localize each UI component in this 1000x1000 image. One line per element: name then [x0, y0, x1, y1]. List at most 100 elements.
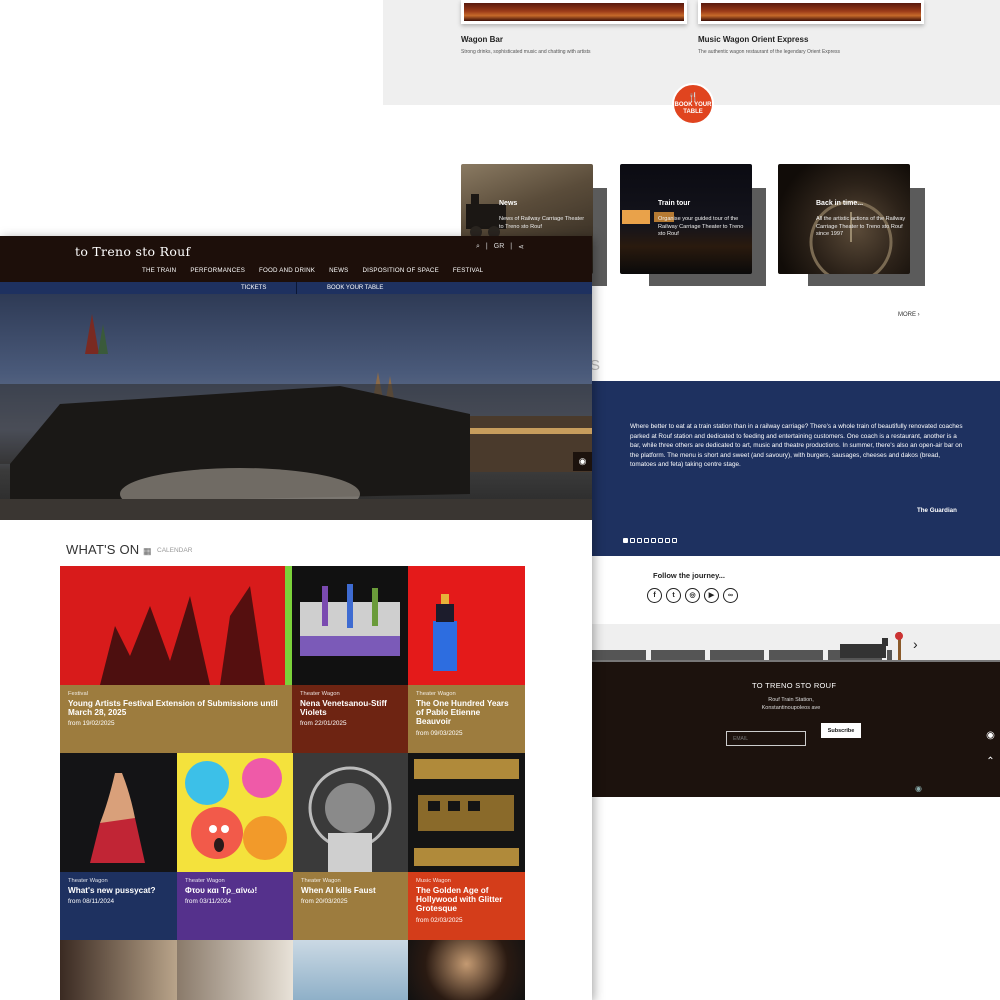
event-image-violets[interactable]: [292, 566, 408, 685]
address-line-1: Rouf Train Station,: [768, 697, 814, 703]
email-field[interactable]: [726, 731, 806, 746]
event-image[interactable]: [60, 940, 177, 1000]
eye-icon[interactable]: ◉: [573, 452, 592, 471]
steam-locomotive-photo: [0, 314, 592, 520]
follow-title: Follow the journey...: [653, 571, 725, 580]
header-tools: ⌕ | GR | ⋖: [476, 243, 524, 251]
eye-icon[interactable]: ◉: [981, 726, 1000, 745]
event-category: Music Wagon: [416, 878, 451, 884]
nav-item-festival[interactable]: FESTIVAL: [453, 267, 483, 274]
tripadvisor-icon[interactable]: ∞: [723, 588, 738, 603]
slider-dot[interactable]: [630, 538, 635, 543]
more-link[interactable]: MORE ›: [898, 312, 920, 318]
share-icon[interactable]: ⋖: [518, 243, 524, 251]
event-image-beauvoir[interactable]: [408, 566, 525, 685]
music-wagon-title[interactable]: Music Wagon Orient Express: [698, 35, 808, 44]
footer-address: Rouf Train Station, Konstantinoupoleos a…: [756, 696, 826, 713]
slider-dot[interactable]: [658, 538, 663, 543]
subscribe-button[interactable]: Subscribe: [821, 723, 861, 738]
divider: |: [485, 243, 488, 250]
book-table-button[interactable]: BOOK YOUR TABLE: [327, 285, 383, 291]
slider-dot[interactable]: [637, 538, 642, 543]
event-info[interactable]: Music Wagon The Golden Age of Hollywood …: [408, 872, 525, 940]
accessibility-icon[interactable]: ◉: [915, 784, 922, 793]
scroll-top-icon[interactable]: ⌃: [981, 752, 1000, 771]
back-in-time-card[interactable]: Back in time... All the artistic actions…: [778, 164, 910, 274]
event-title: What's new pussycat?: [68, 886, 156, 895]
music-wagon-photo[interactable]: [698, 0, 924, 24]
event-category: Theater Wagon: [68, 878, 108, 884]
language-switch[interactable]: GR: [494, 243, 505, 251]
event-image-faust[interactable]: [293, 753, 408, 872]
slider-dot[interactable]: [644, 538, 649, 543]
event-category: Theater Wagon: [300, 691, 340, 697]
event-info[interactable]: Theater Wagon The One Hundred Years of P…: [408, 685, 525, 753]
divider: |: [510, 243, 513, 250]
twitter-icon[interactable]: t: [666, 588, 681, 603]
slider-dot[interactable]: [672, 538, 677, 543]
chevron-right-icon[interactable]: ›: [913, 636, 918, 652]
utensils-icon: 🍴: [687, 91, 699, 102]
event-image-ftou[interactable]: [177, 753, 293, 872]
event-title: Young Artists Festival Extension of Subm…: [68, 699, 278, 718]
event-image-pussycat[interactable]: [60, 753, 177, 872]
event-date: from 09/03/2025: [416, 729, 463, 737]
calendar-link[interactable]: CALENDAR: [157, 547, 192, 554]
wagon-bar-title[interactable]: Wagon Bar: [461, 35, 503, 44]
slider-dot[interactable]: [623, 538, 628, 543]
event-info[interactable]: Theater Wagon Φτου και Τρ_αίνω! from 03/…: [177, 872, 293, 940]
youtube-icon[interactable]: ▶: [704, 588, 719, 603]
wagon-bar-photo[interactable]: [461, 0, 687, 24]
locomotive-icon: [840, 632, 903, 660]
train-tour-card[interactable]: Train tour Organise your guided tour of …: [620, 164, 752, 274]
slider-dots: [623, 538, 677, 543]
nav-item-food-and-drink[interactable]: FOOD AND DRINK: [259, 267, 315, 274]
event-info[interactable]: Theater Wagon Nena Venetsanou-Stiff Viol…: [292, 685, 408, 753]
nav-item-performances[interactable]: PERFORMANCES: [190, 267, 245, 274]
event-title: The Golden Age of Hollywood with Glitter…: [416, 886, 503, 914]
nav-item-disposition[interactable]: DISPOSITION OF SPACE: [362, 267, 438, 274]
calendar-icon[interactable]: ▦: [143, 546, 152, 557]
train-illustration: [592, 624, 1000, 662]
event-title: Φτου και Τρ_αίνω!: [185, 886, 258, 895]
nav-item-the-train[interactable]: THE TRAIN: [142, 267, 176, 274]
event-info[interactable]: Festival Young Artists Festival Extensio…: [60, 685, 292, 753]
main-nav: THE TRAIN PERFORMANCES FOOD AND DRINK NE…: [142, 267, 483, 274]
event-info[interactable]: Theater Wagon What's new pussycat? from …: [60, 872, 177, 940]
event-info[interactable]: Theater Wagon When AI kills Faust from 2…: [293, 872, 408, 940]
event-image[interactable]: [408, 940, 525, 1000]
event-image[interactable]: [177, 940, 293, 1000]
book-table-badge[interactable]: 🍴 BOOK YOUR TABLE: [672, 83, 714, 125]
event-date: from 19/02/2025: [68, 720, 115, 728]
event-title: The One Hundred Years of Pablo Etienne B…: [416, 699, 509, 727]
site-logo[interactable]: to Treno sto Rouf: [75, 244, 190, 259]
nav-item-news[interactable]: NEWS: [329, 267, 348, 274]
testimonial-source: The Guardian: [917, 507, 957, 514]
front-page-window: to Treno sto Rouf ⌕ | GR | ⋖ THE TRAIN P…: [0, 236, 592, 1000]
event-image-hollywood[interactable]: [408, 753, 525, 872]
whats-on-title: WHAT'S ON: [66, 542, 140, 557]
event-title: When AI kills Faust: [301, 886, 376, 895]
hero-image: ◉: [0, 294, 592, 520]
instagram-icon[interactable]: ◎: [685, 588, 700, 603]
card-text: News of Railway Carriage Theater to Tren…: [499, 216, 585, 230]
event-date: from 08/11/2024: [68, 898, 115, 906]
card-text: All the artistic actions of the Railway …: [816, 216, 906, 238]
more-label: MORE: [898, 312, 916, 318]
event-image-festival[interactable]: [60, 566, 292, 685]
event-image[interactable]: [293, 940, 408, 1000]
card-title: News: [499, 200, 518, 207]
tickets-button[interactable]: TICKETS: [241, 285, 266, 291]
facebook-icon[interactable]: f: [647, 588, 662, 603]
slider-dot[interactable]: [665, 538, 670, 543]
event-category: Theater Wagon: [416, 691, 456, 697]
event-date: from 02/03/2025: [416, 916, 463, 924]
search-icon[interactable]: ⌕: [476, 243, 480, 251]
card-title: Back in time...: [816, 200, 864, 207]
event-date: from 03/11/2024: [185, 898, 232, 906]
event-title: Nena Venetsanou-Stiff Violets: [300, 699, 387, 718]
slider-dot[interactable]: [651, 538, 656, 543]
chevron-right-icon: ›: [917, 312, 920, 318]
card-text: Organise your guided tour of the Railway…: [658, 216, 744, 238]
card-title: Train tour: [658, 200, 691, 207]
